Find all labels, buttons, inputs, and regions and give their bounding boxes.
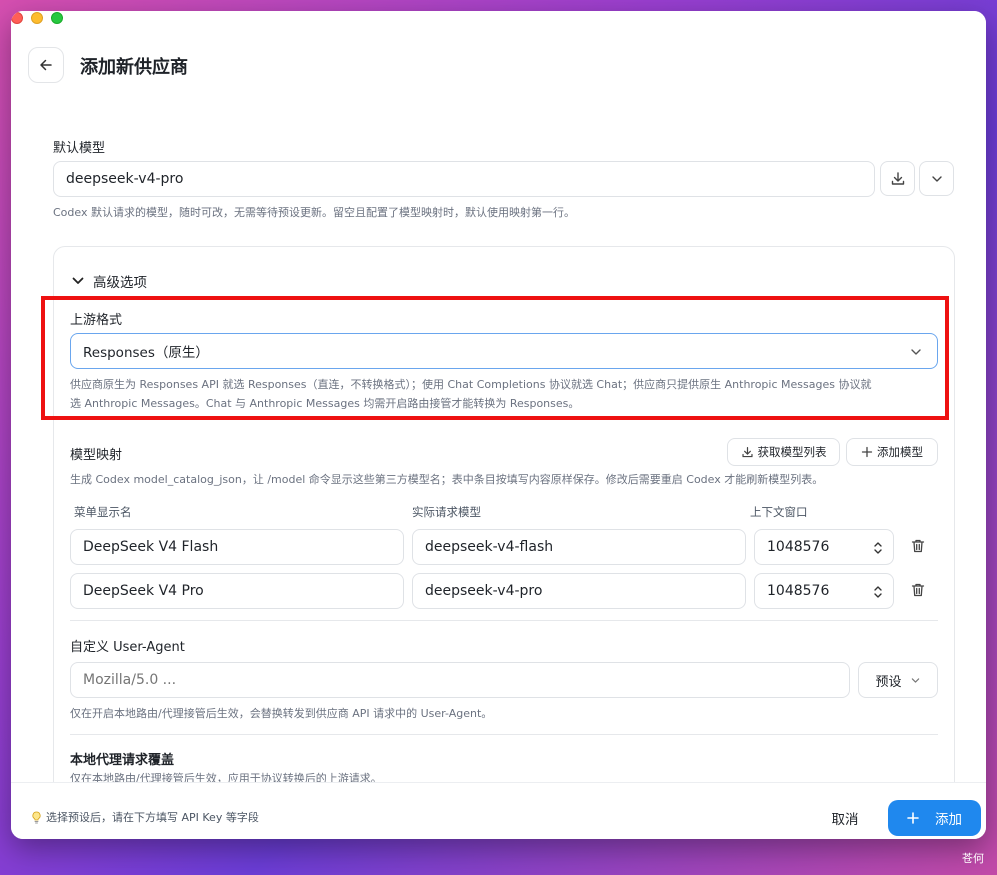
plus-icon — [861, 446, 873, 458]
advanced-options-card — [53, 246, 955, 782]
model-mapping-label: 模型映射 — [70, 448, 123, 463]
advanced-options-toggle[interactable]: 高级选项 — [71, 271, 147, 291]
chevron-down-icon — [911, 677, 919, 683]
watermark: 苍何 — [962, 852, 984, 865]
default-model-hint: Codex 默认请求的模型，随时可改，无需等待预设更新。留空且配置了模型映射时，… — [53, 206, 575, 219]
row1-actual-model: deepseek-v4-flash — [425, 539, 554, 555]
default-model-input[interactable]: deepseek-v4-pro — [53, 161, 875, 197]
maximize-window-button[interactable] — [51, 12, 63, 24]
close-window-button[interactable] — [11, 12, 23, 24]
proxy-override-label: 本地代理请求覆盖 — [70, 753, 175, 768]
chevron-down-icon — [931, 175, 942, 182]
model-dropdown-button[interactable] — [919, 161, 954, 196]
row1-actual-model-input[interactable]: deepseek-v4-flash — [412, 529, 746, 565]
footer-tip: 选择预设后，请在下方填写 API Key 等字段 — [31, 809, 259, 825]
add-model-button[interactable]: 添加模型 — [846, 438, 938, 466]
row2-context-window: 1048576 — [767, 583, 830, 599]
page-title: 添加新供应商 — [80, 57, 188, 78]
upstream-format-hint: 供应商原生为 Responses API 就选 Responses（直连，不转换… — [70, 375, 942, 413]
row2-display-name: DeepSeek V4 Pro — [83, 583, 204, 599]
user-agent-input[interactable] — [70, 662, 850, 698]
footer-tip-text: 选择预设后，请在下方填写 API Key 等字段 — [46, 811, 259, 824]
upstream-format-select[interactable]: Responses（原生） — [70, 333, 938, 369]
row2-delete-button[interactable] — [910, 582, 926, 602]
row1-context-window-input[interactable]: 1048576 — [754, 529, 894, 565]
default-model-value: deepseek-v4-pro — [66, 171, 184, 187]
user-agent-hint: 仅在开启本地路由/代理接管后生效，会替换转发到供应商 API 请求中的 User… — [70, 707, 493, 720]
row1-display-name: DeepSeek V4 Flash — [83, 539, 219, 555]
upstream-format-hint-line1: 供应商原生为 Responses API 就选 Responses（直连，不转换… — [70, 378, 872, 391]
row1-context-window: 1048576 — [767, 539, 830, 555]
form-content[interactable]: 默认模型 deepseek-v4-pro Codex 默认请求的模型，随时可改，… — [11, 99, 986, 782]
chevron-down-icon — [911, 349, 921, 355]
add-button[interactable]: 添加 — [888, 800, 981, 836]
upstream-format-hint-line2: 选 Anthropic Messages。Chat 与 Anthropic Me… — [70, 397, 580, 410]
lightbulb-icon — [32, 811, 41, 823]
dialog-window: 添加新供应商 默认模型 deepseek-v4-pro Codex 默认请求的模… — [11, 11, 986, 839]
plus-icon — [907, 812, 919, 824]
model-mapping-hint: 生成 Codex model_catalog_json，让 /model 命令显… — [70, 473, 824, 486]
section-divider — [70, 734, 938, 735]
window-controls — [11, 12, 63, 24]
footer: 选择预设后，请在下方填写 API Key 等字段 取消 添加 — [11, 782, 986, 839]
fetch-model-list-label: 获取模型列表 — [757, 445, 827, 459]
trash-icon — [911, 583, 925, 597]
column-header-context-window: 上下文窗口 — [750, 505, 808, 519]
back-button[interactable] — [28, 47, 64, 83]
default-model-label: 默认模型 — [53, 141, 106, 156]
row2-actual-model: deepseek-v4-pro — [425, 583, 543, 599]
trash-icon — [911, 539, 925, 553]
advanced-options-title: 高级选项 — [93, 275, 147, 291]
minimize-window-button[interactable] — [31, 12, 43, 24]
upstream-format-label: 上游格式 — [70, 313, 123, 328]
arrow-left-icon — [40, 59, 52, 71]
import-model-button[interactable] — [880, 161, 915, 196]
user-agent-preset-button[interactable]: 预设 — [858, 662, 938, 698]
add-button-label: 添加 — [935, 812, 962, 828]
upstream-format-value: Responses（原生） — [83, 345, 209, 361]
download-icon — [741, 446, 753, 457]
cancel-button[interactable]: 取消 — [816, 800, 874, 836]
proxy-override-hint: 仅在本地路由/代理接管后生效，应用于协议转换后的上游请求。 — [70, 772, 382, 782]
chevron-down-icon — [72, 277, 84, 284]
section-divider — [70, 620, 938, 621]
row1-delete-button[interactable] — [910, 538, 926, 558]
header: 添加新供应商 — [11, 11, 986, 99]
fetch-model-list-button[interactable]: 获取模型列表 — [727, 438, 840, 466]
add-model-label: 添加模型 — [877, 445, 923, 459]
row1-display-name-input[interactable]: DeepSeek V4 Flash — [70, 529, 404, 565]
stepper-icon[interactable] — [873, 539, 883, 557]
column-header-display-name: 菜单显示名 — [74, 505, 132, 519]
column-header-actual-model: 实际请求模型 — [412, 505, 481, 519]
download-icon — [891, 171, 904, 185]
stepper-icon[interactable] — [873, 583, 883, 601]
row2-actual-model-input[interactable]: deepseek-v4-pro — [412, 573, 746, 609]
row2-context-window-input[interactable]: 1048576 — [754, 573, 894, 609]
user-agent-label: 自定义 User-Agent — [70, 640, 185, 655]
user-agent-preset-label: 预设 — [875, 674, 902, 690]
row2-display-name-input[interactable]: DeepSeek V4 Pro — [70, 573, 404, 609]
